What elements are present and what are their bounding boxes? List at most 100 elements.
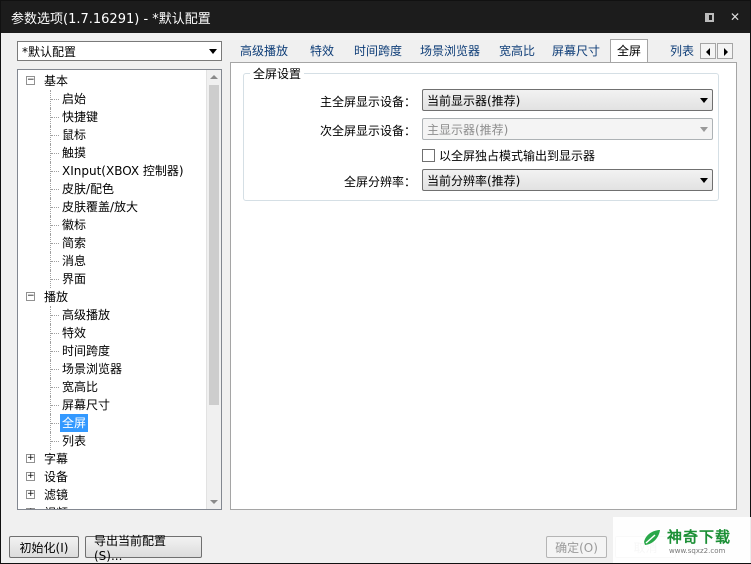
resolution-value: 当前分辨率(推荐) — [427, 173, 521, 188]
arrow-right-icon — [724, 48, 728, 56]
tab-aspect-ratio[interactable]: 宽高比 — [493, 41, 541, 63]
tree-item-label: 播放 — [44, 290, 69, 304]
tree-category[interactable]: − 基本 — [18, 72, 207, 90]
tree-item-label: 时间跨度 — [62, 344, 111, 358]
tree-category[interactable]: + 字幕 — [18, 450, 207, 468]
settings-window: 参数选项(1.7.16291) - *默认配置 ✕ *默认配置 − 基本启始快捷键… — [0, 0, 751, 564]
exclusive-mode-checkbox[interactable] — [422, 149, 435, 162]
tree-item[interactable]: 宽高比 — [18, 378, 207, 396]
tree-item[interactable]: 鼠标 — [18, 126, 207, 144]
tab-time-span[interactable]: 时间跨度 — [348, 41, 408, 63]
tab-strip: 高级播放 特效 时间跨度 场景浏览器 宽高比 屏幕尺寸 全屏 列表 — [230, 39, 750, 64]
tree-item-label: 高级播放 — [62, 308, 111, 322]
tree-item[interactable]: 列表 — [18, 432, 207, 450]
title-bar: 参数选项(1.7.16291) - *默认配置 ✕ — [1, 1, 750, 33]
fullscreen-settings-group: 全屏设置 主全屏显示设备： 当前显示器(推荐) 次全屏显示设备： 主显示器(推荐… — [243, 65, 719, 201]
tree-item-label: 鼠标 — [62, 128, 87, 142]
tree-item-label: 宽高比 — [62, 380, 99, 394]
tree-item-label: 特效 — [62, 326, 87, 340]
expand-icon[interactable]: + — [26, 490, 35, 499]
tab-list[interactable]: 列表 — [664, 41, 700, 63]
tree-item[interactable]: 快捷键 — [18, 108, 207, 126]
tab-scene-browser[interactable]: 场景浏览器 — [414, 41, 486, 63]
tree-item-label: 快捷键 — [62, 110, 99, 124]
arrow-left-icon — [706, 48, 710, 56]
group-title: 全屏设置 — [250, 65, 305, 82]
watermark-text: 神奇下载 — [667, 528, 732, 546]
tab-scroll-right-button[interactable] — [717, 43, 733, 59]
tree-item[interactable]: 消息 — [18, 252, 207, 270]
tree-item[interactable]: 全屏 — [18, 414, 207, 432]
tab-effects[interactable]: 特效 — [304, 41, 340, 63]
resolution-select[interactable]: 当前分辨率(推荐) — [422, 169, 713, 191]
collapse-icon[interactable]: − — [26, 76, 35, 85]
tree-item-label: 触摸 — [62, 146, 87, 160]
tree-item[interactable]: 简索 — [18, 234, 207, 252]
tree-item-label: 屏幕尺寸 — [62, 398, 111, 412]
tree-category[interactable]: + 滤镜 — [18, 486, 207, 504]
window-title: 参数选项(1.7.16291) - *默认配置 — [11, 11, 211, 27]
tree-item-label: 徽标 — [62, 218, 87, 232]
tree-scrollbar[interactable] — [206, 70, 221, 509]
profile-dropdown[interactable]: *默认配置 — [17, 41, 222, 61]
tree-item[interactable]: 界面 — [18, 270, 207, 288]
tree-item[interactable]: 时间跨度 — [18, 342, 207, 360]
settings-tree[interactable]: − 基本启始快捷键鼠标触摸 XInput(XBOX 控制器) 皮肤/配色皮肤覆盖/放大… — [17, 69, 222, 510]
tree-item-label: 皮肤/配色 — [62, 182, 115, 196]
tree-item[interactable]: XInput(XBOX 控制器) — [18, 162, 207, 180]
tree-item[interactable]: 触摸 — [18, 144, 207, 162]
expand-icon[interactable]: + — [26, 472, 35, 481]
tree-item[interactable]: 徽标 — [18, 216, 207, 234]
close-button[interactable]: ✕ — [724, 6, 746, 28]
tree-item-label: 启始 — [62, 92, 87, 106]
exclusive-mode-checkbox-row[interactable]: 以全屏独占模式输出到显示器 — [422, 147, 595, 164]
scroll-down-arrow-icon[interactable] — [210, 500, 218, 504]
sub-device-value: 主显示器(推荐) — [427, 122, 509, 137]
main-device-select[interactable]: 当前显示器(推荐) — [422, 89, 713, 111]
tree-item-label: 字幕 — [44, 452, 69, 466]
tree-item-label: 滤镜 — [44, 488, 69, 502]
chevron-down-icon — [205, 42, 221, 60]
tree-nodes: − 基本启始快捷键鼠标触摸 XInput(XBOX 控制器) 皮肤/配色皮肤覆盖/放大… — [18, 72, 207, 509]
sub-device-label: 次全屏显示设备： — [319, 124, 416, 138]
main-device-value: 当前显示器(推荐) — [427, 93, 521, 108]
main-device-label: 主全屏显示设备： — [319, 95, 416, 109]
tree-item-label: 设备 — [44, 470, 69, 484]
tree-item[interactable]: 启始 — [18, 90, 207, 108]
tree-item[interactable]: 屏幕尺寸 — [18, 396, 207, 414]
tree-item[interactable]: 皮肤覆盖/放大 — [18, 198, 207, 216]
expand-icon[interactable]: + — [26, 508, 35, 509]
tree-category[interactable]: − 播放 — [18, 288, 207, 306]
tree-item[interactable]: 高级播放 — [18, 306, 207, 324]
tree-item-label: 视频 — [42, 504, 70, 509]
scrollbar-thumb[interactable] — [209, 85, 219, 405]
scroll-up-arrow-icon[interactable] — [210, 75, 218, 79]
profile-dropdown-value: *默认配置 — [22, 44, 77, 59]
expand-icon[interactable]: + — [26, 454, 35, 463]
tab-fullscreen[interactable]: 全屏 — [610, 39, 649, 64]
tree-item-label: 全屏 — [60, 414, 89, 432]
leaf-logo-icon — [644, 530, 660, 545]
pin-icon — [704, 12, 714, 22]
tab-scroll-left-button[interactable] — [700, 43, 716, 59]
tree-item[interactable]: 特效 — [18, 324, 207, 342]
tree-item[interactable]: 皮肤/配色 — [18, 180, 207, 198]
tree-category[interactable]: + 设备 — [18, 468, 207, 486]
chevron-down-icon — [696, 120, 712, 138]
init-button[interactable]: 初始化(I) — [9, 536, 79, 558]
watermark-url: www.sqxz2.com — [669, 547, 726, 555]
tree-category[interactable]: + 视频 — [18, 504, 207, 509]
tree-item-label: XInput(XBOX 控制器) — [62, 164, 184, 178]
tree-item[interactable]: 场景浏览器 — [18, 360, 207, 378]
tree-item-label: 简索 — [62, 236, 87, 250]
tab-screen-size[interactable]: 屏幕尺寸 — [546, 41, 606, 63]
exclusive-mode-label[interactable]: 以全屏独占模式输出到显示器 — [439, 147, 595, 164]
chevron-down-icon — [696, 171, 712, 189]
tree-item-label: 消息 — [62, 254, 87, 268]
tab-advanced-playback[interactable]: 高级播放 — [234, 41, 294, 63]
ok-button[interactable]: 确定(O) — [546, 536, 607, 558]
collapse-icon[interactable]: − — [26, 292, 35, 301]
export-config-button[interactable]: 导出当前配置(S)... — [85, 534, 202, 563]
pin-button[interactable] — [698, 6, 720, 28]
chevron-down-icon — [696, 91, 712, 109]
